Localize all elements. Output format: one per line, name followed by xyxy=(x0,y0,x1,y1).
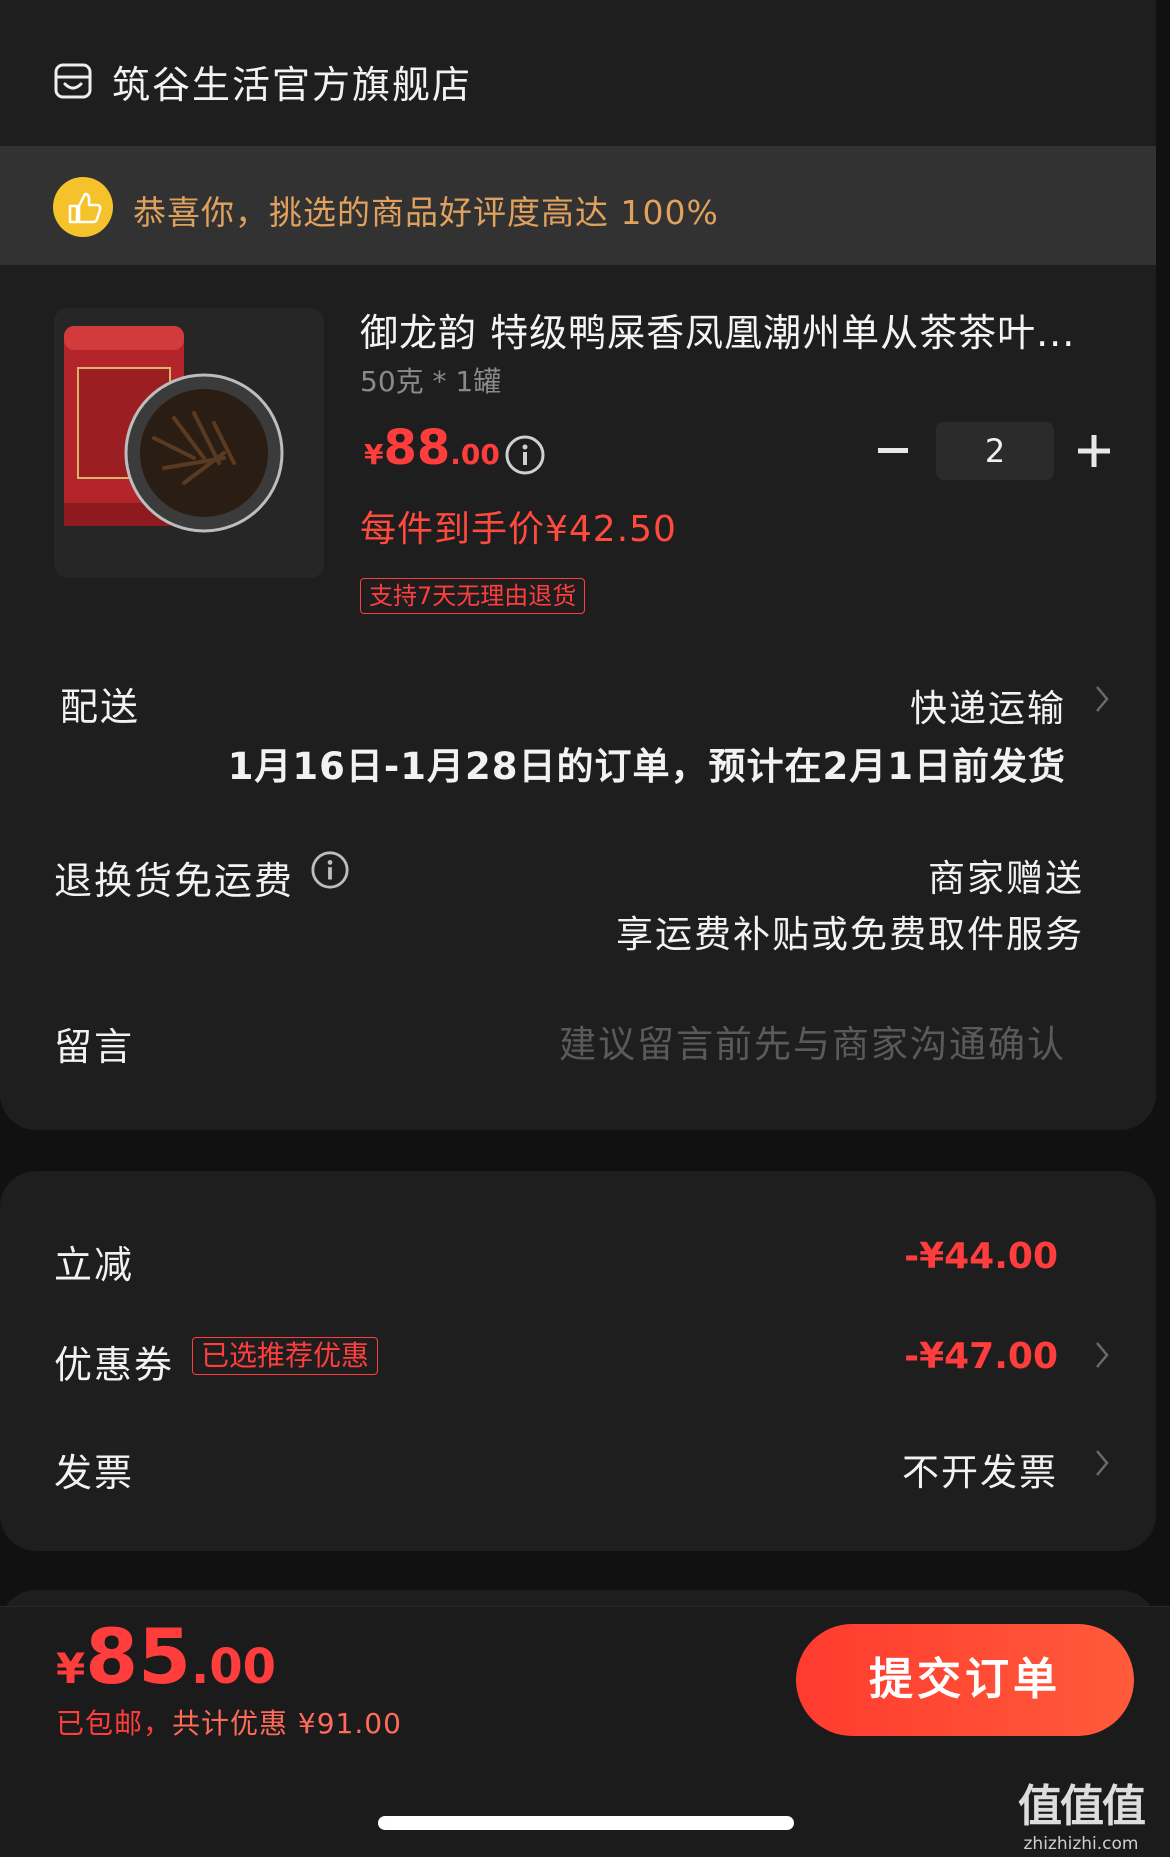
product-image[interactable] xyxy=(54,308,324,578)
total-symbol: ¥ xyxy=(56,1644,86,1693)
submit-order-button[interactable]: 提交订单 xyxy=(796,1624,1134,1736)
chevron-right-icon[interactable] xyxy=(1094,1448,1110,1478)
thumbs-up-icon xyxy=(53,177,113,237)
store-icon xyxy=(54,63,92,99)
decrease-quantity-button[interactable] xyxy=(878,448,908,453)
total-saving: 共计优惠 ¥91.00 xyxy=(172,1707,402,1740)
instant-discount-value: -¥44.00 xyxy=(904,1236,1058,1277)
rating-text: 恭喜你，挑选的商品好评度高达 100% xyxy=(133,193,719,232)
quantity-stepper[interactable]: 2 xyxy=(936,422,1054,480)
product-price: ¥88.00 xyxy=(364,420,500,476)
message-label: 留言 xyxy=(54,1025,135,1069)
home-indicator[interactable] xyxy=(378,1816,794,1830)
watermark: 值值值 zhizhizhi.com xyxy=(1018,1770,1146,1854)
total-integer: 85 xyxy=(85,1612,191,1701)
price-integer: 88 xyxy=(383,420,451,476)
delivery-method[interactable]: 快递运输 xyxy=(910,678,1066,732)
free-shipping-note: 已包邮， xyxy=(56,1707,173,1740)
return-shipping-detail: 享运费补贴或免费取件服务 xyxy=(616,913,1084,956)
product-title[interactable]: 御龙韵 特级鸭屎香凤凰潮州单从茶茶叶... xyxy=(360,302,1075,357)
return-policy-badge: 支持7天无理由退货 xyxy=(360,578,586,614)
store-name: 筑谷生活官方旗舰店 xyxy=(112,62,473,107)
total-decimal: .00 xyxy=(191,1639,277,1695)
return-shipping-label: 退换货免运费 xyxy=(54,859,295,903)
increase-quantity-button[interactable] xyxy=(1078,435,1110,467)
unit-price: 每件到手价¥42.50 xyxy=(360,509,677,550)
chevron-right-icon[interactable] xyxy=(1094,1340,1110,1370)
info-icon[interactable] xyxy=(504,434,546,476)
delivery-label: 配送 xyxy=(60,685,141,729)
watermark-logo: 值值值 xyxy=(1018,1781,1146,1832)
coupon-label: 优惠券 xyxy=(54,1343,175,1387)
instant-discount-label: 立减 xyxy=(54,1243,135,1287)
invoice-value[interactable]: 不开发票 xyxy=(902,1442,1058,1496)
watermark-url: zhizhizhi.com xyxy=(1023,1834,1139,1854)
price-decimal: .00 xyxy=(450,438,500,471)
coupon-badge: 已选推荐优惠 xyxy=(192,1337,379,1375)
total-subnote: 已包邮，共计优惠 ¥91.00 xyxy=(56,1702,402,1742)
message-input[interactable]: 建议留言前先与商家沟通确认 xyxy=(559,1014,1066,1068)
store-header[interactable]: 筑谷生活官方旗舰店 xyxy=(54,48,472,114)
return-shipping-value: 商家赠送 xyxy=(928,857,1084,900)
product-spec: 50克 * 1罐 xyxy=(360,365,502,398)
chevron-right-icon[interactable] xyxy=(1094,684,1110,714)
rating-banner: 恭喜你，挑选的商品好评度高达 100% xyxy=(0,146,1156,265)
price-symbol: ¥ xyxy=(364,438,384,471)
invoice-label: 发票 xyxy=(54,1451,135,1495)
delivery-note: 1月16日-1月28日的订单，预计在2月1日前发货 xyxy=(227,745,1066,788)
coupon-value[interactable]: -¥47.00 xyxy=(904,1336,1058,1377)
total-price: ¥85.00 xyxy=(56,1612,276,1701)
tea-can-illustration xyxy=(54,308,324,578)
info-icon[interactable] xyxy=(310,850,350,890)
